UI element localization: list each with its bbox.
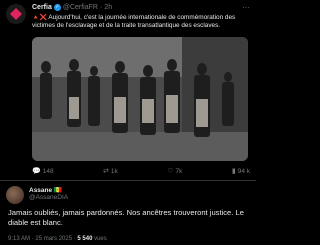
post-divider: [0, 180, 256, 181]
author-handle[interactable]: @CerfiaFR: [63, 4, 98, 11]
reply-views-count: 5 540: [77, 236, 93, 242]
reply-icon: 💬: [32, 168, 41, 175]
reply-text: Jamais oubliés, jamais pardonnés. Nos an…: [8, 208, 244, 227]
reply-views-label: vues: [94, 236, 107, 242]
like-count: 7k: [175, 167, 183, 175]
reply-date[interactable]: 25 mars 2025: [35, 236, 72, 242]
reply-header: Assane 🇸🇳: [29, 186, 62, 194]
header-separator: ·: [99, 4, 103, 11]
like-icon: ♡: [167, 168, 174, 175]
like-action[interactable]: ♡ 7k: [167, 166, 182, 176]
cerfia-logo: [10, 8, 22, 20]
reply-author-name[interactable]: Assane 🇸🇳: [29, 187, 62, 194]
post-time[interactable]: 2h: [104, 4, 112, 11]
reply-time[interactable]: 9:13 AM: [8, 236, 30, 242]
repost-count: 1k: [110, 167, 118, 175]
cerfia-avatar[interactable]: [6, 4, 26, 24]
reply-count: 148: [42, 167, 54, 175]
post-header: Cerfia ✓ @CerfiaFR · 2h: [32, 4, 112, 11]
post-actions: 💬 148 ⇄ 1k ♡ 7k ▮ 94 k: [32, 166, 250, 176]
repost-action[interactable]: ⇄ 1k: [103, 166, 118, 176]
views-icon: ▮: [231, 168, 236, 175]
reply-avatar[interactable]: [6, 186, 24, 204]
verified-badge-icon: ✓: [53, 4, 61, 11]
more-options-icon[interactable]: ···: [242, 3, 250, 12]
post-text-body: Aujourd'hui, c'est la journée internatio…: [32, 14, 236, 30]
post-text: 🔺❌ Aujourd'hui, c'est la journée interna…: [32, 14, 250, 31]
reply-author-handle[interactable]: @AssaneDIA: [29, 194, 68, 201]
repost-icon: ⇄: [103, 168, 109, 175]
alert-emoji: 🔺❌: [32, 15, 47, 21]
author-name[interactable]: Cerfia: [32, 4, 52, 11]
meta-separator-1: ·: [31, 236, 34, 242]
meta-separator-2: ·: [73, 236, 76, 242]
view-count: 94 k: [237, 167, 250, 175]
reply-action[interactable]: 💬 148: [32, 166, 54, 176]
reply-meta: 9:13 AM · 25 mars 2025 · 5 540 vues: [8, 236, 107, 242]
post-image[interactable]: [32, 37, 248, 161]
historical-photo: [32, 37, 248, 161]
views-action[interactable]: ▮ 94 k: [232, 166, 250, 176]
